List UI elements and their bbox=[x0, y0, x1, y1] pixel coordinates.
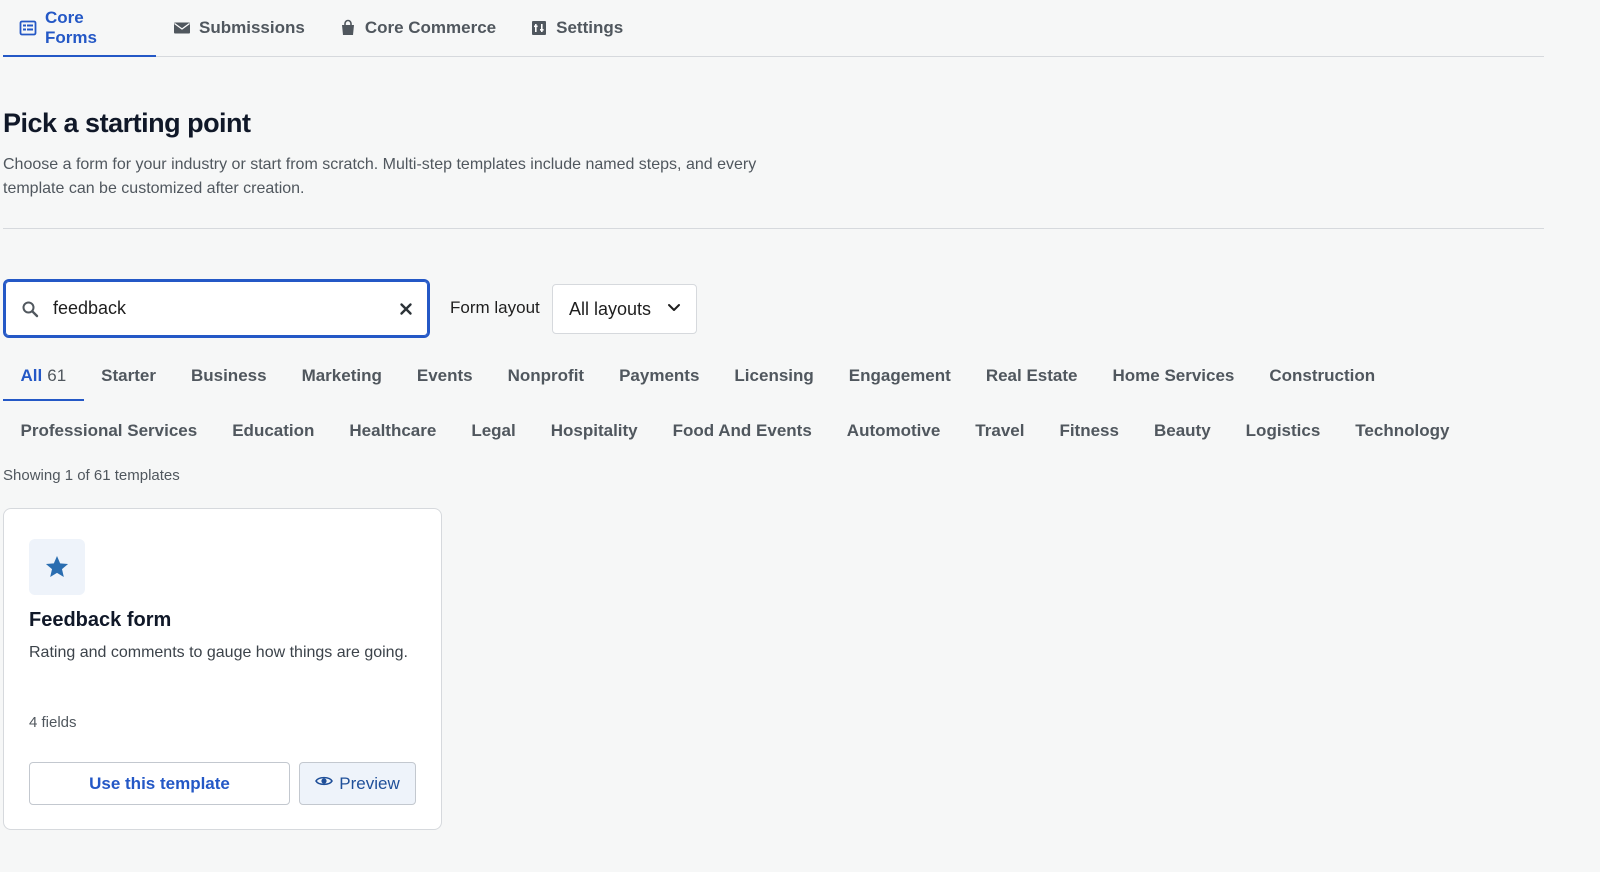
page: Core Forms Submissions Core Commerce Set… bbox=[0, 0, 1600, 872]
category-nonprofit[interactable]: Nonprofit bbox=[490, 356, 601, 401]
category-healthcare[interactable]: Healthcare bbox=[332, 411, 454, 451]
page-title: Pick a starting point bbox=[3, 108, 251, 138]
clear-search-button[interactable] bbox=[398, 301, 414, 317]
category-label: Starter bbox=[101, 366, 156, 385]
category-label: All bbox=[20, 366, 43, 385]
category-label: Nonprofit bbox=[507, 366, 585, 385]
category-label: Automotive bbox=[846, 421, 941, 440]
star-icon bbox=[45, 555, 69, 577]
category-home-services[interactable]: Home Services bbox=[1095, 356, 1252, 401]
category-professional-services[interactable]: Professional Services bbox=[3, 411, 215, 451]
category-label: Hospitality bbox=[550, 421, 638, 440]
category-starter[interactable]: Starter bbox=[84, 356, 174, 401]
category-count: 61 bbox=[47, 366, 67, 385]
tab-submissions[interactable]: Submissions bbox=[156, 0, 322, 56]
template-description: Rating and comments to gauge how things … bbox=[29, 644, 408, 661]
template-card: Feedback form Rating and comments to gau… bbox=[3, 508, 442, 830]
category-automotive[interactable]: Automotive bbox=[829, 411, 958, 451]
category-label: Events bbox=[416, 366, 473, 385]
form-icon bbox=[19, 19, 37, 37]
preview-button[interactable]: Preview bbox=[299, 762, 416, 805]
settings-icon bbox=[530, 19, 548, 37]
category-label: Legal bbox=[471, 421, 516, 440]
preview-label: Preview bbox=[339, 773, 400, 793]
tab-label: Settings bbox=[556, 18, 624, 37]
category-label: Healthcare bbox=[349, 421, 437, 440]
category-label: Business bbox=[190, 366, 267, 385]
chevron-down-icon bbox=[666, 299, 682, 320]
category-label: Licensing bbox=[734, 366, 814, 385]
category-label: Marketing bbox=[301, 366, 382, 385]
search-input[interactable] bbox=[53, 298, 398, 319]
search-icon bbox=[21, 300, 39, 318]
tab-core-forms[interactable]: Core Forms bbox=[3, 0, 156, 57]
use-template-label: Use this template bbox=[89, 773, 230, 793]
category-hospitality[interactable]: Hospitality bbox=[533, 411, 655, 451]
category-licensing[interactable]: Licensing bbox=[717, 356, 831, 401]
category-business[interactable]: Business bbox=[173, 356, 284, 401]
category-travel[interactable]: Travel bbox=[958, 411, 1042, 451]
category-label: Logistics bbox=[1245, 421, 1321, 440]
category-label: Payments bbox=[619, 366, 700, 385]
category-label: Engagement bbox=[848, 366, 951, 385]
category-legal[interactable]: Legal bbox=[454, 411, 533, 451]
tab-label: Core Forms bbox=[45, 8, 97, 47]
category-label: Construction bbox=[1269, 366, 1376, 385]
category-real-estate[interactable]: Real Estate bbox=[968, 356, 1095, 401]
top-nav: Core Forms Submissions Core Commerce Set… bbox=[3, 0, 1544, 57]
category-label: Food And Events bbox=[672, 421, 812, 440]
tab-settings[interactable]: Settings bbox=[513, 0, 640, 56]
bag-icon bbox=[339, 19, 357, 37]
close-icon bbox=[400, 302, 412, 315]
envelope-icon bbox=[173, 19, 191, 37]
category-technology[interactable]: Technology bbox=[1338, 411, 1467, 451]
category-logistics[interactable]: Logistics bbox=[1228, 411, 1338, 451]
eye-icon bbox=[315, 772, 334, 795]
category-education[interactable]: Education bbox=[215, 411, 332, 451]
page-description: Choose a form for your industry or start… bbox=[3, 156, 757, 197]
search-box bbox=[3, 279, 430, 338]
category-label: Real Estate bbox=[985, 366, 1078, 385]
category-label: Fitness bbox=[1059, 421, 1119, 440]
category-food-and-events[interactable]: Food And Events bbox=[655, 411, 829, 451]
use-template-button[interactable]: Use this template bbox=[29, 762, 290, 805]
category-label: Home Services bbox=[1112, 366, 1235, 385]
category-all[interactable]: All 61 bbox=[3, 356, 84, 401]
category-marketing[interactable]: Marketing bbox=[284, 356, 399, 401]
category-fitness[interactable]: Fitness bbox=[1042, 411, 1137, 451]
template-title: Feedback form bbox=[29, 609, 172, 631]
category-events[interactable]: Events bbox=[399, 356, 490, 401]
form-layout-value: All layouts bbox=[569, 298, 652, 319]
category-beauty[interactable]: Beauty bbox=[1136, 411, 1228, 451]
tab-core-commerce[interactable]: Core Commerce bbox=[322, 0, 513, 56]
category-construction[interactable]: Construction bbox=[1252, 356, 1393, 401]
template-field-count: 4 fields bbox=[29, 714, 77, 731]
category-label: Education bbox=[232, 421, 315, 440]
tab-label: Core Commerce bbox=[364, 18, 497, 37]
category-tabs-row-2: Professional Services Education Healthca… bbox=[3, 411, 1563, 451]
category-label: Technology bbox=[1355, 421, 1450, 440]
results-count: Showing 1 of 61 templates bbox=[3, 467, 180, 484]
divider bbox=[3, 228, 1544, 229]
category-label: Beauty bbox=[1153, 421, 1211, 440]
template-icon-box bbox=[29, 539, 85, 595]
category-label: Professional Services bbox=[20, 421, 198, 440]
category-engagement[interactable]: Engagement bbox=[831, 356, 968, 401]
tab-label: Submissions bbox=[199, 18, 305, 37]
category-tabs-row-1: All 61 Starter Business Marketing Events… bbox=[3, 356, 1563, 401]
form-layout-label: Form layout bbox=[450, 298, 540, 317]
category-payments[interactable]: Payments bbox=[602, 356, 717, 401]
category-label: Travel bbox=[975, 421, 1025, 440]
form-layout-select[interactable]: All layouts bbox=[552, 284, 697, 334]
